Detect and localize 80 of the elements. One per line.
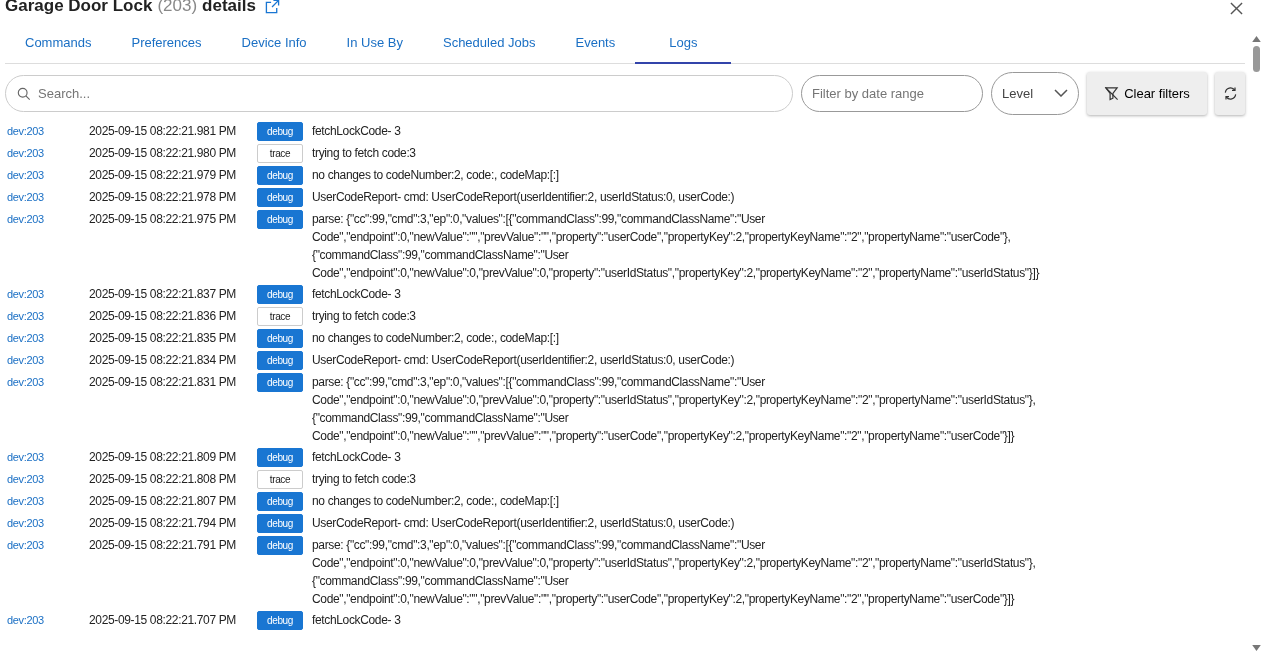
log-timestamp: 2025-09-15 08:22:21.835 PM [89,329,238,347]
log-level-badge: debug [257,350,303,370]
log-message: no changes to codeNumber:2, code:, codeMap:[:] [312,492,560,510]
log-level-badge: debug [257,372,303,392]
date-range-field[interactable]: Filter by date range [801,74,983,112]
refresh-icon [1222,85,1238,101]
log-message: UserCodeReport- cmd: UserCodeReport(userIdentifier:2, userIdStatus:0, userCode:) [312,351,736,369]
log-timestamp: 2025-09-15 08:22:21.836 PM [89,307,238,325]
log-message: trying to fetch code:3 [312,307,417,325]
tab[interactable]: Events [555,25,636,64]
log-timestamp: 2025-09-15 08:22:21.807 PM [89,492,238,510]
log-level-badge: debug [257,610,303,630]
tab[interactable]: Logs [635,25,732,64]
filter-off-icon [1104,85,1120,101]
log-message: UserCodeReport- cmd: UserCodeReport(userIdentifier:2, userIdStatus:0, userCode:) [312,188,736,206]
tab[interactable]: Preferences [111,25,222,64]
log-level-badge: trace [257,469,303,489]
device-link[interactable]: dev:203 [7,535,89,554]
device-link[interactable]: dev:203 [7,328,89,347]
close-icon[interactable] [1230,2,1243,15]
log-message: trying to fetch code:3 [312,144,417,162]
device-link[interactable]: dev:203 [7,209,89,228]
log-level-badge: debug [257,328,303,348]
log-timestamp: 2025-09-15 08:22:21.837 PM [89,285,238,303]
device-link[interactable]: dev:203 [7,491,89,510]
log-level-badge: trace [257,306,303,326]
log-timestamp: 2025-09-15 08:22:21.979 PM [89,166,238,184]
device-link[interactable]: dev:203 [7,469,89,488]
tab[interactable]: Commands [5,25,112,64]
log-timestamp: 2025-09-15 08:22:21.834 PM [89,351,238,369]
log-message: UserCodeReport- cmd: UserCodeReport(userIdentifier:2, userIdStatus:0, userCode:) [312,514,736,532]
log-timestamp: 2025-09-15 08:22:21.975 PM [89,210,238,228]
log-level-badge: debug [257,187,303,207]
log-level-badge: debug [257,121,303,141]
search-field[interactable]: Search... [5,74,793,112]
log-message: fetchLockCode- 3 [312,611,402,629]
device-link[interactable]: dev:203 [7,143,89,162]
log-level-badge: debug [257,165,303,185]
log-timestamp: 2025-09-15 08:22:21.978 PM [89,188,238,206]
scroll-up-icon[interactable] [1252,36,1261,42]
log-level-badge: debug [257,491,303,511]
log-level-badge: debug [257,284,303,304]
log-level-badge: debug [257,513,303,533]
log-message: trying to fetch code:3 [312,470,417,488]
clear-filters-button[interactable]: Clear filters [1087,71,1207,115]
log-level-badge: debug [257,447,303,467]
device-link[interactable]: dev:203 [7,513,89,532]
refresh-button[interactable] [1215,71,1245,115]
device-link[interactable]: dev:203 [7,610,89,629]
log-level-badge: debug [257,209,303,229]
log-timestamp: 2025-09-15 08:22:21.808 PM [89,470,238,488]
device-link[interactable]: dev:203 [7,284,89,303]
device-link[interactable]: dev:203 [7,447,89,466]
tab[interactable]: Device Info [221,25,327,64]
log-message: no changes to codeNumber:2, code:, codeMap:[:] [312,166,560,184]
log-timestamp: 2025-09-15 08:22:21.794 PM [89,514,238,532]
tab[interactable]: Scheduled Jobs [422,25,556,64]
log-timestamp: 2025-09-15 08:22:21.809 PM [89,448,238,466]
device-link[interactable]: dev:203 [7,350,89,369]
log-message: fetchLockCode- 3 [312,122,402,140]
log-level-badge: debug [257,535,303,555]
log-timestamp: 2025-09-15 08:22:21.831 PM [89,373,238,391]
tab[interactable]: In Use By [326,25,423,64]
scroll-thumb[interactable] [1253,46,1260,72]
external-link-icon[interactable] [264,0,280,14]
device-link[interactable]: dev:203 [7,187,89,206]
log-timestamp: 2025-09-15 08:22:21.981 PM [89,122,238,140]
log-timestamp: 2025-09-15 08:22:21.980 PM [89,144,238,162]
device-link[interactable]: dev:203 [7,121,89,140]
log-message: fetchLockCode- 3 [312,285,402,303]
device-link[interactable]: dev:203 [7,165,89,184]
log-message: fetchLockCode- 3 [312,448,402,466]
chevron-down-icon [1054,89,1068,97]
log-timestamp: 2025-09-15 08:22:21.791 PM [89,536,238,554]
log-level-badge: trace [257,143,303,163]
log-message: no changes to codeNumber:2, code:, codeMap:[:] [312,329,560,347]
device-link[interactable]: dev:203 [7,306,89,325]
log-timestamp: 2025-09-15 08:22:21.707 PM [89,611,238,629]
scroll-down-icon[interactable] [1252,645,1261,651]
device-link[interactable]: dev:203 [7,372,89,391]
